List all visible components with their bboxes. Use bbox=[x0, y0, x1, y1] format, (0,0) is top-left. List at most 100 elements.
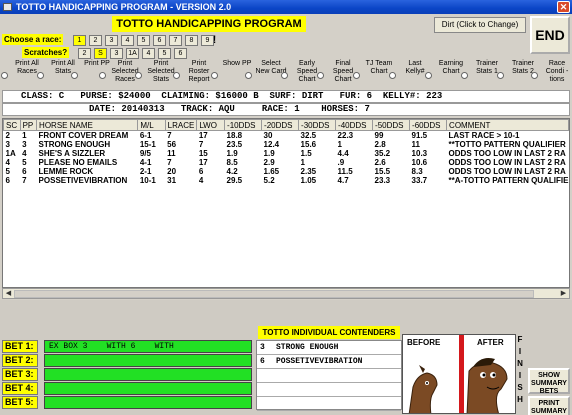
scroll-left-icon[interactable]: ◀ bbox=[3, 289, 14, 298]
bet-input-5[interactable] bbox=[44, 396, 252, 409]
table-cell: 11 bbox=[167, 149, 176, 158]
table-cell: PLEASE NO EMAILS bbox=[38, 158, 118, 167]
race-button-2[interactable]: 2 bbox=[89, 35, 102, 46]
table-cell: 7 bbox=[167, 131, 172, 140]
table-row[interactable]: 5 6 LEMME ROCK 2-1 20 6 4.2 1.65 2.35 11.5 15.5 8.3… bbox=[4, 167, 569, 176]
table-cell: 4 bbox=[22, 149, 27, 158]
table-cell: 4.2 bbox=[226, 167, 238, 176]
table-cell: 18.8 bbox=[226, 131, 243, 140]
contender-row bbox=[257, 383, 401, 397]
column-header[interactable]: LWO bbox=[196, 119, 226, 131]
contender-row: 6 POSSETIVEVIBRATION bbox=[257, 355, 401, 369]
race-button-6[interactable]: 6 bbox=[153, 35, 166, 46]
bet-input-4[interactable] bbox=[44, 382, 252, 395]
radio-icon[interactable] bbox=[425, 72, 432, 79]
program-title: TOTTO HANDICAPPING PROGRAM !!!! bbox=[112, 16, 306, 46]
contender-name: STRONG ENOUGH bbox=[276, 343, 339, 352]
finish-letter: H bbox=[517, 395, 523, 404]
table-cell: 4 bbox=[5, 158, 10, 167]
contender-row: 3 STRONG ENOUGH bbox=[257, 341, 401, 355]
table-cell: .9 bbox=[337, 158, 345, 167]
column-header[interactable]: COMMENT bbox=[446, 119, 569, 131]
race-button-1[interactable]: 1 bbox=[73, 35, 86, 46]
scroll-right-icon[interactable]: ▶ bbox=[558, 289, 569, 298]
table-cell: 11.5 bbox=[337, 167, 353, 176]
table-cell: 22.3 bbox=[337, 131, 354, 140]
table-row[interactable]: 1A 4 SHE'S A SIZZLER 9/5 11 15 1.9 1.9 1.5 4.4 35.… bbox=[4, 149, 569, 158]
radio-icon[interactable] bbox=[389, 72, 396, 79]
table-cell: **A-TOTTO PATTERN QUALIFIE bbox=[448, 176, 569, 185]
column-header[interactable]: -50DDS bbox=[372, 119, 411, 131]
column-header[interactable]: -60DDS bbox=[409, 119, 448, 131]
column-header[interactable]: SC bbox=[3, 119, 21, 131]
column-header[interactable]: M/L bbox=[137, 119, 166, 131]
scrollbar-thumb[interactable] bbox=[14, 290, 534, 298]
race-button-3[interactable]: 3 bbox=[105, 35, 118, 46]
table-cell: 1 bbox=[300, 158, 305, 167]
column-header[interactable]: LRACE bbox=[164, 119, 198, 131]
table-cell: 99 bbox=[374, 131, 384, 140]
column-header[interactable]: -10DDS bbox=[224, 119, 263, 131]
race-button-7[interactable]: 7 bbox=[169, 35, 182, 46]
radio-icon[interactable] bbox=[71, 72, 78, 79]
radio-icon[interactable] bbox=[135, 72, 142, 79]
choose-race-label: Choose a race: bbox=[2, 34, 64, 45]
table-cell: 1 bbox=[337, 140, 342, 149]
surface-toggle-button[interactable]: Dirt (Click to Change) bbox=[434, 17, 526, 33]
radio-icon[interactable] bbox=[531, 72, 538, 79]
table-row[interactable]: 6 7 POSSETIVEVIBRATION 10-1 31 4 29.5 5.2 1.05 4.… bbox=[4, 176, 569, 185]
close-button[interactable]: ✕ bbox=[557, 1, 570, 13]
print-summary-bet-sheet-button[interactable]: PRINT SUMMARY BET SHEET bbox=[528, 396, 570, 415]
race-button-9[interactable]: 9 bbox=[201, 35, 214, 46]
column-header[interactable]: -40DDS bbox=[335, 119, 374, 131]
table-cell: ODDS TOO LOW IN LAST 2 RA bbox=[448, 158, 566, 167]
table-cell: 31 bbox=[167, 176, 177, 185]
table-row[interactable]: 4 5 PLEASE NO EMAILS 4-1 7 17 8.5 2.9 1 .9 2.6 10.6… bbox=[4, 158, 569, 167]
race-button-4[interactable]: 4 bbox=[121, 35, 134, 46]
scratches-label: Scratches? bbox=[22, 47, 70, 58]
radio-icon[interactable] bbox=[245, 72, 252, 79]
column-header[interactable]: HORSE NAME bbox=[36, 119, 139, 131]
radio-icon[interactable] bbox=[281, 72, 288, 79]
bet-input-3[interactable] bbox=[44, 368, 252, 381]
bet-input-1[interactable]: EX BOX 3 WITH 6 WITH bbox=[44, 340, 252, 353]
bet-input-2[interactable] bbox=[44, 354, 252, 367]
horse-grid[interactable]: SC PP HORSE NAME M/L LRACE LWO -10DDS -20DDS -30… bbox=[2, 118, 570, 288]
radio-icon[interactable] bbox=[497, 72, 504, 79]
table-cell: **TOTTO PATTERN QUALIFIER bbox=[448, 140, 566, 149]
table-row[interactable]: 2 1 FRONT COVER DREAM 6-1 7 17 18.8 30 32.5 22.3 9… bbox=[4, 131, 569, 141]
window-titlebar: TOTTO HANDICAPPING PROGRAM - VERSION 2.0… bbox=[0, 0, 572, 14]
race-button-8[interactable]: 8 bbox=[185, 35, 198, 46]
table-cell: 6-1 bbox=[139, 131, 152, 140]
column-header[interactable]: -30DDS bbox=[298, 119, 337, 131]
before-after-picture: BEFORE AFTER bbox=[402, 334, 516, 414]
end-button[interactable]: END bbox=[530, 16, 570, 54]
bet-label: BET 4: bbox=[2, 382, 38, 395]
table-cell: 3 bbox=[5, 140, 10, 149]
option-label: Race Condi -tions bbox=[545, 60, 569, 83]
table-cell: 8.3 bbox=[411, 167, 423, 176]
column-header[interactable]: PP bbox=[19, 119, 38, 131]
radio-icon[interactable] bbox=[211, 72, 218, 79]
radio-icon[interactable] bbox=[317, 72, 324, 79]
race-button-5[interactable]: 5 bbox=[137, 35, 150, 46]
before-label: BEFORE bbox=[407, 338, 441, 347]
radio-icon[interactable] bbox=[461, 72, 468, 79]
show-summary-bets-button[interactable]: SHOW SUMMARY BETS bbox=[528, 368, 570, 395]
table-cell: 56 bbox=[167, 140, 177, 149]
table-cell: 1.65 bbox=[263, 167, 280, 176]
radio-icon[interactable] bbox=[353, 72, 360, 79]
table-cell: 30 bbox=[263, 131, 273, 140]
table-cell: 1 bbox=[22, 131, 27, 140]
radio-icon[interactable] bbox=[173, 72, 180, 79]
radio-icon[interactable] bbox=[37, 72, 44, 79]
finish-letter: S bbox=[517, 383, 523, 392]
column-header[interactable]: -20DDS bbox=[261, 119, 300, 131]
table-row[interactable]: 3 3 STRONG ENOUGH 15-1 56 7 23.5 12.4 15.6 1 2.8 11… bbox=[4, 140, 569, 149]
after-label: AFTER bbox=[477, 338, 504, 347]
table-cell: 6 bbox=[22, 167, 27, 176]
table-cell: ODDS TOO LOW IN LAST 2 RA bbox=[448, 149, 566, 158]
horizontal-scrollbar[interactable]: ◀ ▶ bbox=[2, 288, 570, 299]
radio-icon[interactable] bbox=[99, 72, 106, 79]
radio-icon[interactable] bbox=[1, 72, 8, 79]
